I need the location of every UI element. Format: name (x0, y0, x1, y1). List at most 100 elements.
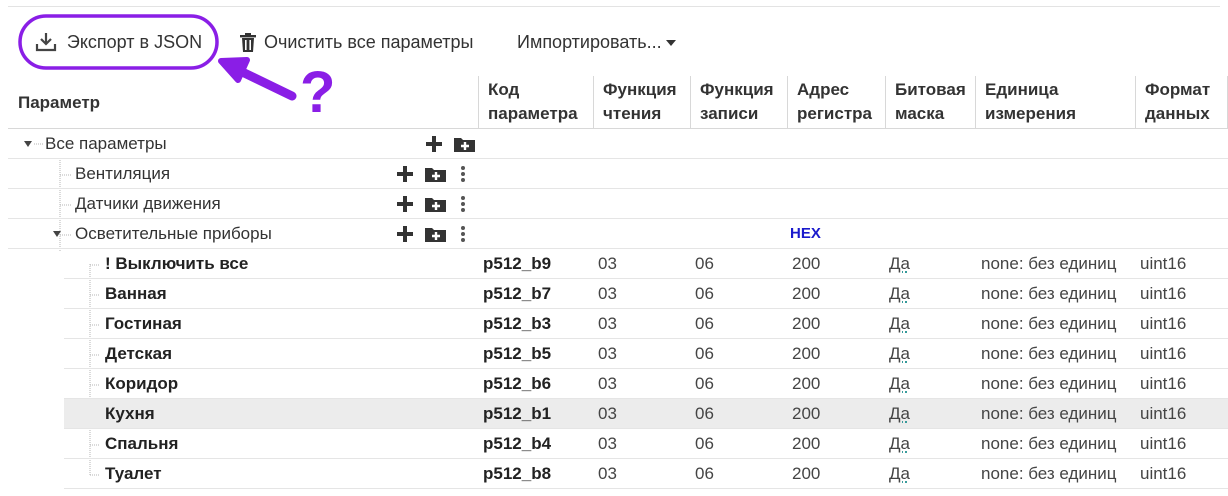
export-json-label: Экспорт в JSON (66, 31, 203, 52)
format-value: uint16 (1140, 254, 1187, 273)
more-options-icon[interactable] (461, 196, 465, 212)
param-name: Спальня (105, 434, 179, 453)
param-code: p512_b5 (483, 344, 552, 363)
tree-row-group[interactable]: Вентиляция (8, 159, 1228, 189)
add-icon[interactable] (396, 166, 414, 182)
more-options-icon[interactable] (461, 166, 465, 182)
read-function: 03 (598, 434, 617, 453)
download-icon (35, 33, 56, 52)
unit-value: none: без единиц (981, 434, 1117, 453)
unit-value: none: без единиц (981, 374, 1117, 393)
register-address: 200 (792, 314, 821, 333)
add-icon[interactable] (396, 226, 414, 242)
bitmask-link[interactable]: Да (889, 459, 910, 489)
table-row[interactable]: Туалет p512_b8 03 06 200 Да none: без ед… (64, 459, 1228, 489)
param-name: Туалет (105, 464, 162, 483)
param-code: p512_b7 (483, 284, 552, 303)
add-folder-icon[interactable] (425, 226, 446, 242)
add-folder-icon[interactable] (425, 166, 446, 182)
table-row[interactable]: Гостиная p512_b3 03 06 200 Да none: без … (64, 309, 1228, 339)
register-address: 200 (792, 404, 821, 423)
read-function: 03 (598, 404, 617, 423)
table-row[interactable]: Ванная p512_b7 03 06 200 Да none: без ед… (64, 279, 1228, 309)
clear-all-button[interactable]: Очистить все параметры (240, 16, 474, 68)
export-json-button[interactable]: Экспорт в JSON (20, 16, 217, 68)
bitmask-link[interactable]: Да (889, 249, 910, 279)
write-function: 06 (695, 434, 714, 453)
add-icon[interactable] (396, 196, 414, 212)
parameters-grid: Параметр Код параметра Функция чтения Функ… (8, 76, 1228, 496)
add-folder-icon[interactable] (454, 136, 475, 152)
bitmask-link[interactable]: Да (889, 279, 910, 309)
format-value: uint16 (1140, 284, 1187, 303)
read-function: 03 (598, 344, 617, 363)
unit-value: none: без единиц (981, 314, 1117, 333)
write-function: 06 (695, 404, 714, 423)
tree-label-lighting: Осветительные приборы (75, 224, 272, 243)
column-header-format[interactable]: Формат данных (1135, 76, 1228, 128)
tree-row-group[interactable]: Осветительные приборы HEX (8, 219, 1228, 249)
column-header-mask[interactable]: Битовая маска (885, 76, 975, 128)
format-value: uint16 (1140, 314, 1187, 333)
param-name: Ванная (105, 284, 167, 303)
register-address: 200 (792, 464, 821, 483)
param-code: p512_b6 (483, 374, 552, 393)
unit-value: none: без единиц (981, 344, 1117, 363)
table-row[interactable]: ! Выключить все p512_b9 03 06 200 Да non… (64, 249, 1228, 279)
table-row[interactable]: Коридор p512_b6 03 06 200 Да none: без е… (64, 369, 1228, 399)
collapse-caret-icon[interactable] (53, 231, 61, 237)
register-address: 200 (792, 344, 821, 363)
param-name: Кухня (105, 404, 155, 423)
tree-row-group[interactable]: Датчики движения (8, 189, 1228, 219)
clear-all-label: Очистить все параметры (264, 31, 474, 52)
read-function: 03 (598, 314, 617, 333)
more-options-icon[interactable] (461, 226, 465, 242)
bitmask-link[interactable]: Да (889, 309, 910, 339)
collapse-caret-icon[interactable] (24, 141, 32, 147)
param-code: p512_b9 (483, 254, 552, 273)
register-address: 200 (792, 434, 821, 453)
unit-value: none: без единиц (981, 254, 1117, 273)
bitmask-link[interactable]: Да (889, 339, 910, 369)
format-value: uint16 (1140, 434, 1187, 453)
hex-label: HEX (790, 225, 821, 242)
column-header-addr[interactable]: Адрес регистра (787, 76, 885, 128)
column-header-unit[interactable]: Единица измерения (975, 76, 1135, 128)
format-value: uint16 (1140, 344, 1187, 363)
write-function: 06 (695, 374, 714, 393)
tree-row-root[interactable]: Все параметры (8, 129, 1228, 159)
unit-value: none: без единиц (981, 404, 1117, 423)
write-function: 06 (695, 284, 714, 303)
unit-value: none: без единиц (981, 464, 1117, 483)
format-value: uint16 (1140, 374, 1187, 393)
add-icon[interactable] (425, 136, 443, 152)
column-header-read[interactable]: Функция чтения (593, 76, 690, 128)
read-function: 03 (598, 254, 617, 273)
column-header-code[interactable]: Код параметра (478, 76, 593, 128)
write-function: 06 (695, 344, 714, 363)
format-value: uint16 (1140, 404, 1187, 423)
table-row[interactable]: Спальня p512_b4 03 06 200 Да none: без е… (64, 429, 1228, 459)
param-name: Детская (105, 344, 172, 363)
param-code: p512_b1 (483, 404, 552, 423)
grid-header: Параметр Код параметра Функция чтения Функ… (8, 76, 1228, 129)
column-header-write[interactable]: Функция записи (690, 76, 787, 128)
unit-value: none: без единиц (981, 284, 1117, 303)
register-address: 200 (792, 374, 821, 393)
table-row-selected[interactable]: Кухня p512_b1 03 06 200 Да none: без еди… (64, 399, 1228, 429)
write-function: 06 (695, 254, 714, 273)
trash-icon (240, 32, 256, 52)
param-code: p512_b8 (483, 464, 552, 483)
write-function: 06 (695, 314, 714, 333)
bitmask-link[interactable]: Да (889, 369, 910, 399)
table-row[interactable]: Детская p512_b5 03 06 200 Да none: без е… (64, 339, 1228, 369)
tree-label-motion-sensors: Датчики движения (75, 194, 221, 213)
format-value: uint16 (1140, 464, 1187, 483)
param-code: p512_b3 (483, 314, 552, 333)
bitmask-link[interactable]: Да (889, 399, 910, 429)
import-dropdown[interactable]: Импортировать... (517, 16, 676, 68)
read-function: 03 (598, 374, 617, 393)
top-divider (8, 6, 1220, 7)
bitmask-link[interactable]: Да (889, 429, 910, 459)
add-folder-icon[interactable] (425, 196, 446, 212)
